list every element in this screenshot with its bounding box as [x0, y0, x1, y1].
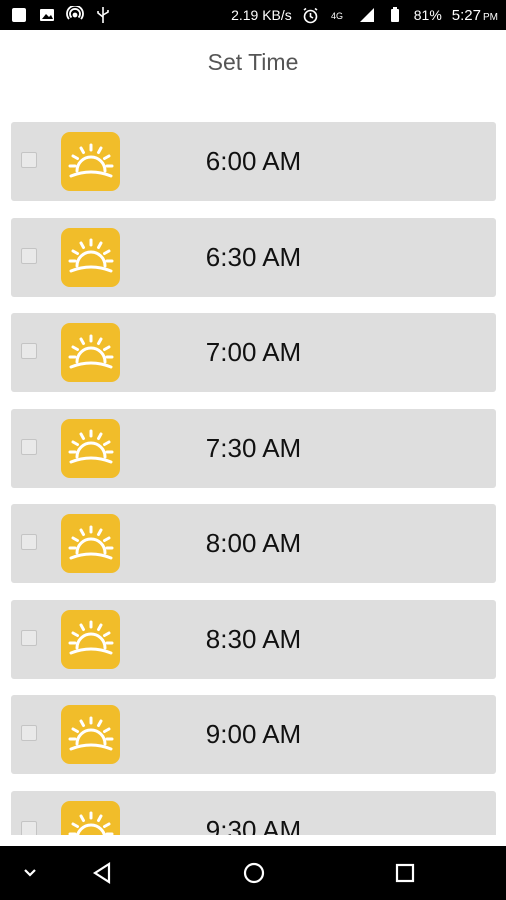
network-speed: 2.19 KB/s: [231, 7, 292, 23]
alarm-row[interactable]: 7:00 AM: [11, 313, 496, 392]
sunrise-icon: [61, 800, 120, 835]
alarm-row[interactable]: 9:30 AM: [11, 790, 496, 836]
notification-square-icon: [10, 6, 28, 24]
sunrise-icon: [61, 514, 120, 573]
home-icon[interactable]: [238, 846, 270, 900]
status-bar-right: 2.19 KB/s 4G 81% 5:27 PM: [231, 6, 498, 24]
sunrise-icon: [61, 418, 120, 478]
alarm-time-label: 8:00 AM: [205, 528, 302, 558]
recents-icon[interactable]: [389, 846, 421, 900]
clock: 5:27 PM: [452, 7, 498, 24]
alarm-time-label: 9:00 AM: [205, 719, 302, 749]
wifi-hotspot-icon: [66, 6, 84, 24]
alarm-checkbox[interactable]: [21, 725, 37, 741]
alarm-row[interactable]: 8:30 AM: [11, 599, 496, 679]
alarm-checkbox[interactable]: [21, 820, 37, 835]
signal-icon: [358, 6, 376, 24]
svg-text:4G: 4G: [331, 11, 343, 21]
sunrise-icon: [61, 323, 120, 382]
alarm-checkbox[interactable]: [21, 247, 37, 264]
alarm-row[interactable]: 6:00 AM: [11, 122, 496, 201]
sunrise-icon: [61, 227, 120, 287]
usb-icon: [94, 6, 112, 24]
alarm-checkbox[interactable]: [21, 438, 37, 455]
page-title: Set Time: [207, 48, 299, 75]
alarm-icon: [302, 6, 320, 24]
clock-ampm: PM: [483, 11, 498, 23]
back-icon[interactable]: [86, 846, 118, 900]
battery-percent: 81%: [413, 7, 442, 23]
status-bar: 2.19 KB/s 4G 81% 5:27 PM: [0, 0, 506, 30]
sunrise-icon: [61, 132, 120, 191]
sunrise-icon: [61, 609, 120, 669]
alarm-checkbox[interactable]: [21, 534, 37, 550]
alarm-time-label: 7:00 AM: [205, 337, 302, 367]
alarm-time-label: 6:00 AM: [205, 146, 302, 176]
alarm-time-label: 6:30 AM: [205, 241, 302, 272]
alarm-time-label: 7:30 AM: [205, 432, 302, 463]
alarm-checkbox[interactable]: [21, 343, 37, 359]
alarm-checkbox[interactable]: [21, 152, 37, 168]
alarm-checkbox[interactable]: [21, 629, 37, 646]
sunrise-icon: [61, 705, 120, 764]
clock-time: 5:27: [451, 6, 481, 24]
navigation-bar: [0, 846, 506, 900]
battery-icon: [386, 6, 404, 24]
chevron-down-icon[interactable]: [14, 846, 46, 900]
alarm-row[interactable]: 9:00 AM: [11, 695, 496, 774]
alarm-time-label: 8:30 AM: [205, 623, 302, 654]
status-bar-left: [10, 6, 112, 24]
alarm-row[interactable]: 7:30 AM: [11, 408, 496, 488]
alarm-row[interactable]: 8:00 AM: [11, 504, 496, 583]
alarm-time-label: 9:30 AM: [205, 814, 302, 836]
image-icon: [38, 6, 56, 24]
data-4g-icon: 4G: [330, 6, 348, 24]
alarm-list[interactable]: 6:00 AM 6:30 AM 7:00 AM 7:30 AM 8:00 AM 8:30 …: [11, 122, 496, 835]
alarm-row[interactable]: 6:30 AM: [11, 217, 496, 297]
